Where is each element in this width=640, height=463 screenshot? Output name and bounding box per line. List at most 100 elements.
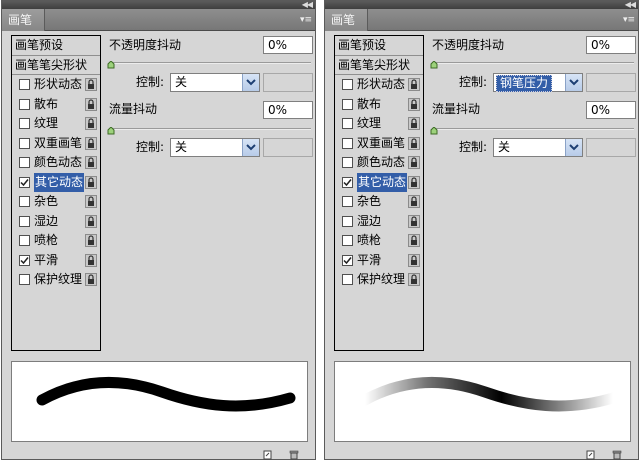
opacity-jitter-field[interactable]: 0% [586,36,636,54]
tab-brush[interactable]: 画笔 [325,9,368,31]
brush-presets-item[interactable]: 画笔预设 [335,36,423,56]
lock-icon[interactable] [408,253,420,267]
opacity-jitter-slider[interactable] [434,62,634,64]
checkbox[interactable] [19,235,30,246]
checkbox[interactable] [342,196,353,207]
checkbox[interactable] [342,157,353,168]
brush-tip-shape-item[interactable]: 画笔笔尖形状 [335,56,423,75]
chevron-down-icon[interactable] [242,74,259,91]
checkbox[interactable] [342,137,353,149]
list-item[interactable]: 形状动态 [335,75,423,95]
lock-icon[interactable] [85,214,97,228]
opacity-control-select[interactable]: 钢笔压力 [493,73,583,92]
checkbox[interactable] [19,79,30,90]
list-item[interactable]: 湿边 [12,212,100,232]
checkbox[interactable] [342,274,353,285]
lock-icon[interactable] [408,214,420,228]
lock-icon[interactable] [408,195,420,208]
lock-icon[interactable] [408,273,420,286]
lock-icon[interactable] [85,253,97,267]
flow-jitter-slider-thumb[interactable] [430,124,438,135]
checkbox[interactable] [19,98,30,110]
new-brush-icon[interactable] [586,449,596,460]
lock-icon[interactable] [85,234,97,247]
lock-icon[interactable] [85,78,97,91]
list-item[interactable]: 喷枪 [335,231,423,251]
lock-icon[interactable] [408,78,420,91]
panel-menu-icon[interactable]: ▾≡ [623,15,635,25]
checkbox[interactable] [19,118,30,129]
flow-jitter-field[interactable]: 0% [586,101,636,119]
list-item[interactable]: 平滑 [335,251,423,271]
lock-icon[interactable] [85,117,97,130]
new-brush-icon[interactable] [263,449,273,460]
list-item[interactable]: 纹理 [335,114,423,134]
chevron-down-icon[interactable] [242,139,259,156]
opacity-jitter-field[interactable]: 0% [263,36,313,54]
brush-presets-item[interactable]: 画笔预设 [12,36,100,56]
checkbox[interactable] [19,254,30,266]
list-item[interactable]: 其它动态 [335,172,423,193]
list-item[interactable]: 保护纹理 [12,270,100,290]
flow-jitter-slider[interactable] [434,128,634,130]
opacity-control-select[interactable]: 关 [170,73,260,92]
list-item[interactable]: 杂色 [12,192,100,212]
checkbox[interactable] [19,137,30,149]
list-item[interactable]: 喷枪 [12,231,100,251]
trash-icon[interactable] [612,449,622,460]
list-item[interactable]: 湿边 [335,212,423,232]
lock-icon[interactable] [408,156,420,169]
list-item[interactable]: 纹理 [12,114,100,134]
lock-icon[interactable] [85,97,97,111]
list-item[interactable]: 其它动态 [12,172,100,193]
trash-icon[interactable] [289,449,299,460]
collapse-arrows-icon[interactable]: ◀◀ [302,0,313,9]
flow-jitter-field[interactable]: 0% [263,101,313,119]
flow-jitter-slider[interactable] [111,128,311,130]
checkbox[interactable] [19,176,30,188]
list-item[interactable]: 散布 [335,95,423,115]
opacity-jitter-slider[interactable] [111,62,311,64]
checkbox[interactable] [19,196,30,207]
opacity-jitter-slider-thumb[interactable] [107,58,115,69]
checkbox[interactable] [342,176,353,188]
lock-icon[interactable] [408,136,420,150]
lock-icon[interactable] [85,156,97,169]
checkbox[interactable] [342,79,353,90]
brush-tip-shape-item[interactable]: 画笔笔尖形状 [12,56,100,75]
collapse-arrows-icon[interactable]: ◀◀ [625,0,636,9]
lock-icon[interactable] [85,273,97,286]
flow-control-select[interactable]: 关 [170,138,260,157]
checkbox[interactable] [19,215,30,227]
checkbox[interactable] [19,274,30,285]
checkbox[interactable] [342,118,353,129]
list-item[interactable]: 颜色动态 [335,153,423,173]
list-item[interactable]: 颜色动态 [12,153,100,173]
list-item[interactable]: 形状动态 [12,75,100,95]
chevron-down-icon[interactable] [565,74,582,91]
list-item[interactable]: 平滑 [12,251,100,271]
panel-menu-icon[interactable]: ▾≡ [300,15,312,25]
checkbox[interactable] [342,235,353,246]
lock-icon[interactable] [85,175,97,189]
list-item[interactable]: 杂色 [335,192,423,212]
chevron-down-icon[interactable] [565,139,582,156]
list-item[interactable]: 双重画笔 [335,134,423,154]
flow-jitter-slider-thumb[interactable] [107,124,115,135]
opacity-jitter-slider-thumb[interactable] [430,58,438,69]
checkbox[interactable] [342,254,353,266]
checkbox[interactable] [19,157,30,168]
checkbox[interactable] [342,215,353,227]
list-item[interactable]: 散布 [12,95,100,115]
lock-icon[interactable] [85,195,97,208]
checkbox[interactable] [342,98,353,110]
flow-control-select[interactable]: 关 [493,138,583,157]
lock-icon[interactable] [85,136,97,150]
lock-icon[interactable] [408,175,420,189]
lock-icon[interactable] [408,234,420,247]
lock-icon[interactable] [408,97,420,111]
tab-brush[interactable]: 画笔 [2,9,45,31]
list-item[interactable]: 双重画笔 [12,134,100,154]
lock-icon[interactable] [408,117,420,130]
list-item[interactable]: 保护纹理 [335,270,423,290]
